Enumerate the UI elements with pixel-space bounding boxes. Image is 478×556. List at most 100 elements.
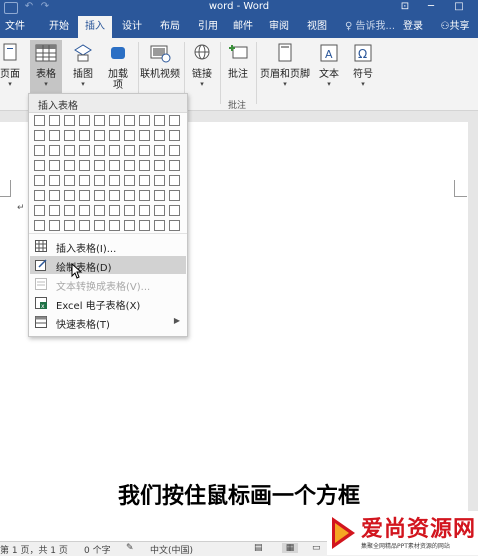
table-grid-cell[interactable] xyxy=(139,205,150,216)
table-grid-cell[interactable] xyxy=(139,160,150,171)
table-grid-cell[interactable] xyxy=(109,205,120,216)
table-grid-cell[interactable] xyxy=(124,160,135,171)
table-grid-cell[interactable] xyxy=(64,205,75,216)
language-status[interactable]: 中文(中国) xyxy=(150,543,193,556)
web-layout-icon[interactable]: ▭ xyxy=(312,543,321,553)
table-grid-cell[interactable] xyxy=(34,130,45,141)
table-grid-cell[interactable] xyxy=(124,205,135,216)
table-grid-cell[interactable] xyxy=(49,205,60,216)
table-grid-cell[interactable] xyxy=(124,220,135,231)
table-grid-cell[interactable] xyxy=(34,115,45,126)
tab-insert[interactable]: 插入 xyxy=(78,16,112,38)
comment-button[interactable]: 批注 xyxy=(222,40,254,102)
menu-item-insert-table[interactable]: 插入表格(I)... xyxy=(30,237,186,255)
table-grid-cell[interactable] xyxy=(64,130,75,141)
table-grid-cell[interactable] xyxy=(94,205,105,216)
table-grid-cell[interactable] xyxy=(124,130,135,141)
table-grid-cell[interactable] xyxy=(154,205,165,216)
table-grid-cell[interactable] xyxy=(169,160,180,171)
links-button[interactable]: 链接 ▾ xyxy=(186,40,218,102)
table-grid-cell[interactable] xyxy=(109,130,120,141)
tab-view[interactable]: 视图 xyxy=(300,16,334,38)
table-grid-cell[interactable] xyxy=(79,160,90,171)
table-grid-cell[interactable] xyxy=(94,115,105,126)
table-grid-cell[interactable] xyxy=(64,160,75,171)
table-grid-cell[interactable] xyxy=(139,220,150,231)
text-button[interactable]: A 文本 ▾ xyxy=(314,40,344,102)
table-grid-cell[interactable] xyxy=(169,175,180,186)
table-grid-cell[interactable] xyxy=(109,115,120,126)
table-grid-cell[interactable] xyxy=(79,115,90,126)
table-grid-cell[interactable] xyxy=(94,160,105,171)
table-grid-cell[interactable] xyxy=(34,190,45,201)
table-grid-cell[interactable] xyxy=(64,220,75,231)
word-count[interactable]: 0 个字 xyxy=(84,543,111,556)
symbol-button[interactable]: Ω 符号 ▾ xyxy=(348,40,378,102)
table-grid-cell[interactable] xyxy=(169,205,180,216)
table-grid-cell[interactable] xyxy=(49,175,60,186)
header-footer-button[interactable]: 页眉和页脚 ▾ xyxy=(258,40,312,102)
sign-in-link[interactable]: 登录 xyxy=(398,16,428,38)
table-grid-cell[interactable] xyxy=(154,115,165,126)
table-grid-cell[interactable] xyxy=(154,220,165,231)
table-grid-cell[interactable] xyxy=(154,190,165,201)
tab-home[interactable]: 开始 xyxy=(42,16,76,38)
table-grid-cell[interactable] xyxy=(49,130,60,141)
table-grid-cell[interactable] xyxy=(109,220,120,231)
table-grid-cell[interactable] xyxy=(109,190,120,201)
table-grid-cell[interactable] xyxy=(94,130,105,141)
table-grid-cell[interactable] xyxy=(109,145,120,156)
table-grid-cell[interactable] xyxy=(139,145,150,156)
table-grid-cell[interactable] xyxy=(34,205,45,216)
ribbon-display-icon[interactable]: ⊡ xyxy=(398,1,412,13)
table-grid-cell[interactable] xyxy=(109,175,120,186)
print-layout-icon[interactable]: ▦ xyxy=(282,543,298,553)
table-grid-cell[interactable] xyxy=(94,175,105,186)
table-grid-cell[interactable] xyxy=(49,160,60,171)
table-grid-cell[interactable] xyxy=(94,190,105,201)
table-grid-cell[interactable] xyxy=(94,220,105,231)
table-grid-cell[interactable] xyxy=(79,190,90,201)
table-grid-cell[interactable] xyxy=(139,130,150,141)
tab-design[interactable]: 设计 xyxy=(115,16,149,38)
table-grid-cell[interactable] xyxy=(154,130,165,141)
table-grid-cell[interactable] xyxy=(139,175,150,186)
table-grid-cell[interactable] xyxy=(94,145,105,156)
table-grid-cell[interactable] xyxy=(34,145,45,156)
table-grid-cell[interactable] xyxy=(64,145,75,156)
table-grid-cell[interactable] xyxy=(34,220,45,231)
table-grid-cell[interactable] xyxy=(109,160,120,171)
table-grid-cell[interactable] xyxy=(154,160,165,171)
proofing-icon[interactable]: ✎ xyxy=(126,543,134,553)
tab-layout[interactable]: 布局 xyxy=(153,16,187,38)
table-grid-cell[interactable] xyxy=(154,175,165,186)
maximize-icon[interactable]: □ xyxy=(452,1,466,13)
table-grid-cell[interactable] xyxy=(169,130,180,141)
table-grid-cell[interactable] xyxy=(49,145,60,156)
tab-review[interactable]: 审阅 xyxy=(262,16,296,38)
tab-references[interactable]: 引用 xyxy=(191,16,225,38)
table-grid-cell[interactable] xyxy=(34,175,45,186)
table-grid-cell[interactable] xyxy=(124,190,135,201)
page-count[interactable]: 第 1 页，共 1 页 xyxy=(0,543,68,556)
menu-item-excel-spreadsheet[interactable]: x Excel 电子表格(X) xyxy=(30,294,186,312)
table-grid-cell[interactable] xyxy=(124,175,135,186)
minimize-icon[interactable]: ─ xyxy=(424,1,438,13)
table-grid-cell[interactable] xyxy=(49,190,60,201)
table-grid-cell[interactable] xyxy=(49,220,60,231)
menu-item-quick-tables[interactable]: 快速表格(T) ▶ xyxy=(30,313,186,331)
table-grid-cell[interactable] xyxy=(79,220,90,231)
table-grid-cell[interactable] xyxy=(124,115,135,126)
table-grid-cell[interactable] xyxy=(79,175,90,186)
table-grid-cell[interactable] xyxy=(64,175,75,186)
table-grid-cell[interactable] xyxy=(169,115,180,126)
tab-mailings[interactable]: 邮件 xyxy=(226,16,260,38)
menu-item-draw-table[interactable]: 绘制表格(D) xyxy=(30,256,186,279)
menu-item-convert-text[interactable]: 文本转换成表格(V)... xyxy=(30,275,186,293)
table-grid-cell[interactable] xyxy=(169,145,180,156)
table-grid-cell[interactable] xyxy=(79,205,90,216)
table-grid-cell[interactable] xyxy=(154,145,165,156)
share-button[interactable]: ⚇共享 xyxy=(434,16,476,38)
table-grid-cell[interactable] xyxy=(64,190,75,201)
table-grid-cell[interactable] xyxy=(169,190,180,201)
